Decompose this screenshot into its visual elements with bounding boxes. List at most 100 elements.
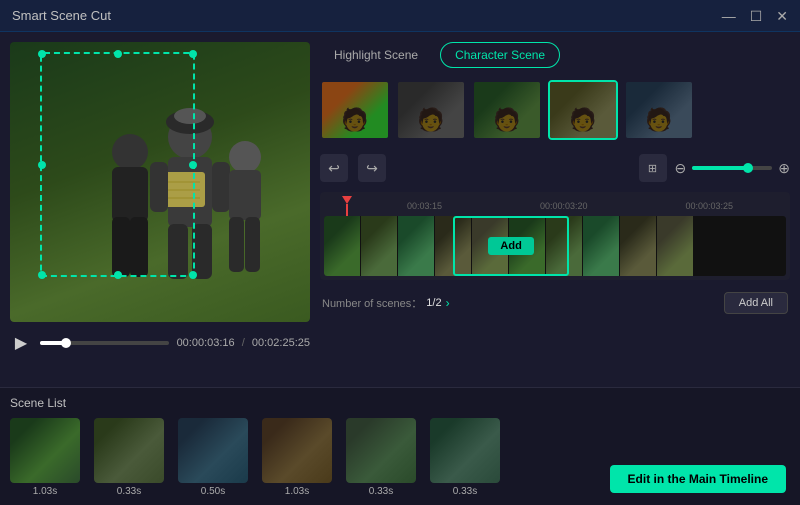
maximize-button[interactable]: ☐ (750, 9, 763, 23)
playhead-head (342, 196, 352, 204)
progress-handle[interactable] (61, 338, 71, 348)
scenes-info-left: Number of scenes： 1/2 › (322, 295, 450, 311)
handle-top-mid[interactable] (114, 50, 122, 58)
handle-bottom-left[interactable] (38, 271, 46, 279)
video-canvas (10, 42, 310, 322)
thumb-image-5: 🧑 (626, 82, 692, 138)
undo-button[interactable]: ↩ (320, 154, 348, 182)
scene-thumb-bg-2 (94, 418, 164, 483)
add-all-button[interactable]: Add All (724, 292, 788, 314)
current-time: 00:00:03:16 (177, 337, 235, 349)
thumb-image-3: 🧑 (474, 82, 540, 138)
top-section: ▶ 00:00:03:16 / 00:02:25:25 Highlight Sc… (0, 32, 800, 387)
scene-item-1[interactable]: 1.03s (10, 418, 80, 497)
thumb-image-4: 🧑 (550, 82, 616, 138)
scenes-arrow[interactable]: › (446, 296, 450, 310)
scene-thumb-1 (10, 418, 80, 483)
app-title: Smart Scene Cut (12, 8, 111, 23)
scenes-label: Number of scenes： (322, 295, 422, 311)
frame-8 (583, 216, 619, 276)
thumb-figure-4: 🧑 (569, 107, 596, 133)
frame-10 (657, 216, 693, 276)
scene-item-3[interactable]: 0.50s (178, 418, 248, 497)
scene-thumb-5 (346, 418, 416, 483)
scene-item-4[interactable]: 1.03s (262, 418, 332, 497)
thumb-image-1: 🧑 (322, 82, 388, 138)
progress-bar[interactable] (40, 341, 169, 345)
handle-bottom-right[interactable] (189, 271, 197, 279)
handle-bottom-mid[interactable] (114, 271, 122, 279)
minimize-button[interactable]: — (722, 9, 736, 23)
handle-top-right[interactable] (189, 50, 197, 58)
timeline-track[interactable]: Add (324, 216, 786, 276)
tab-highlight-scene[interactable]: Highlight Scene (320, 43, 432, 67)
ruler-label-1: 00:03:15 (407, 201, 442, 211)
window-controls: — ☐ ✕ (722, 9, 788, 23)
scene-item-2[interactable]: 0.33s (94, 418, 164, 497)
redo-button[interactable]: ↪ (358, 154, 386, 182)
scene-thumb-3 (178, 418, 248, 483)
zoom-handle[interactable] (743, 163, 753, 173)
thumbnail-2[interactable]: 🧑 (396, 80, 466, 140)
scene-duration-6: 0.33s (453, 486, 477, 497)
scene-duration-2: 0.33s (117, 486, 141, 497)
thumb-image-2: 🧑 (398, 82, 464, 138)
frame-4 (435, 216, 471, 276)
thumb-figure-1: 🧑 (341, 107, 368, 133)
thumb-figure-3: 🧑 (493, 107, 520, 133)
scene-thumb-bg-3 (178, 418, 248, 483)
frame-2 (361, 216, 397, 276)
zoom-fill (692, 166, 748, 170)
scene-thumb-bg-6 (430, 418, 500, 483)
time-display: 00:00:03:16 / 00:02:25:25 (177, 337, 310, 349)
ruler-label-2: 00:00:03:20 (540, 201, 588, 211)
thumbnail-3[interactable]: 🧑 (472, 80, 542, 140)
frame-3 (398, 216, 434, 276)
scene-item-5[interactable]: 0.33s (346, 418, 416, 497)
thumbnail-5[interactable]: 🧑 (624, 80, 694, 140)
playhead-line (346, 204, 348, 216)
zoom-out-icon[interactable]: ⊖ (675, 160, 687, 177)
scene-thumbnails: 🧑 🧑 🧑 🧑 (320, 76, 790, 144)
handle-mid-left[interactable] (38, 161, 46, 169)
scene-duration-1: 1.03s (33, 486, 57, 497)
scene-item-6[interactable]: 0.33s (430, 418, 500, 497)
frame-9 (620, 216, 656, 276)
play-button[interactable]: ▶ (10, 332, 32, 354)
scene-thumb-4 (262, 418, 332, 483)
tab-bar: Highlight Scene Character Scene (320, 42, 790, 68)
scene-thumb-2 (94, 418, 164, 483)
scene-thumb-bg-4 (262, 418, 332, 483)
thumbnail-4[interactable]: 🧑 (548, 80, 618, 140)
tab-character-scene[interactable]: Character Scene (440, 42, 560, 68)
scenes-count: 1/2 (426, 297, 441, 309)
playhead[interactable] (342, 196, 352, 216)
scene-duration-4: 1.03s (285, 486, 309, 497)
total-time: 00:02:25:25 (252, 337, 310, 349)
thumbnail-1[interactable]: 🧑 (320, 80, 390, 140)
scene-duration-5: 0.33s (369, 486, 393, 497)
video-preview: ▶ 00:00:03:16 / 00:02:25:25 (10, 42, 310, 377)
zoom-in-icon[interactable]: ⊕ (778, 160, 790, 177)
title-bar: Smart Scene Cut — ☐ ✕ (0, 0, 800, 32)
toolbar: ↩ ↪ ⊞ ⊖ ⊕ (320, 152, 790, 184)
scenes-info-row: Number of scenes： 1/2 › Add All (320, 288, 790, 318)
handle-top-left[interactable] (38, 50, 46, 58)
timeline-ruler: 00:03:15 00:00:03:20 00:00:03:25 (324, 196, 786, 216)
fit-button[interactable]: ⊞ (639, 154, 667, 182)
thumb-figure-5: 🧑 (645, 107, 672, 133)
zoom-slider[interactable] (692, 166, 772, 170)
ruler-labels: 00:03:15 00:00:03:20 00:00:03:25 (328, 201, 782, 211)
add-button[interactable]: Add (488, 237, 533, 255)
scene-list-title: Scene List (10, 396, 790, 410)
toolbar-right: ⊞ ⊖ ⊕ (639, 154, 790, 182)
timeline-container: 00:03:15 00:00:03:20 00:00:03:25 (320, 192, 790, 280)
toolbar-left: ↩ ↪ (320, 154, 386, 182)
selection-box[interactable] (40, 52, 195, 277)
video-controls: ▶ 00:00:03:16 / 00:02:25:25 (10, 328, 310, 358)
main-content: ▶ 00:00:03:16 / 00:02:25:25 Highlight Sc… (0, 32, 800, 505)
edit-main-timeline-button[interactable]: Edit in the Main Timeline (610, 465, 786, 493)
handle-mid-right[interactable] (189, 161, 197, 169)
close-button[interactable]: ✕ (776, 9, 788, 23)
frame-7 (546, 216, 582, 276)
